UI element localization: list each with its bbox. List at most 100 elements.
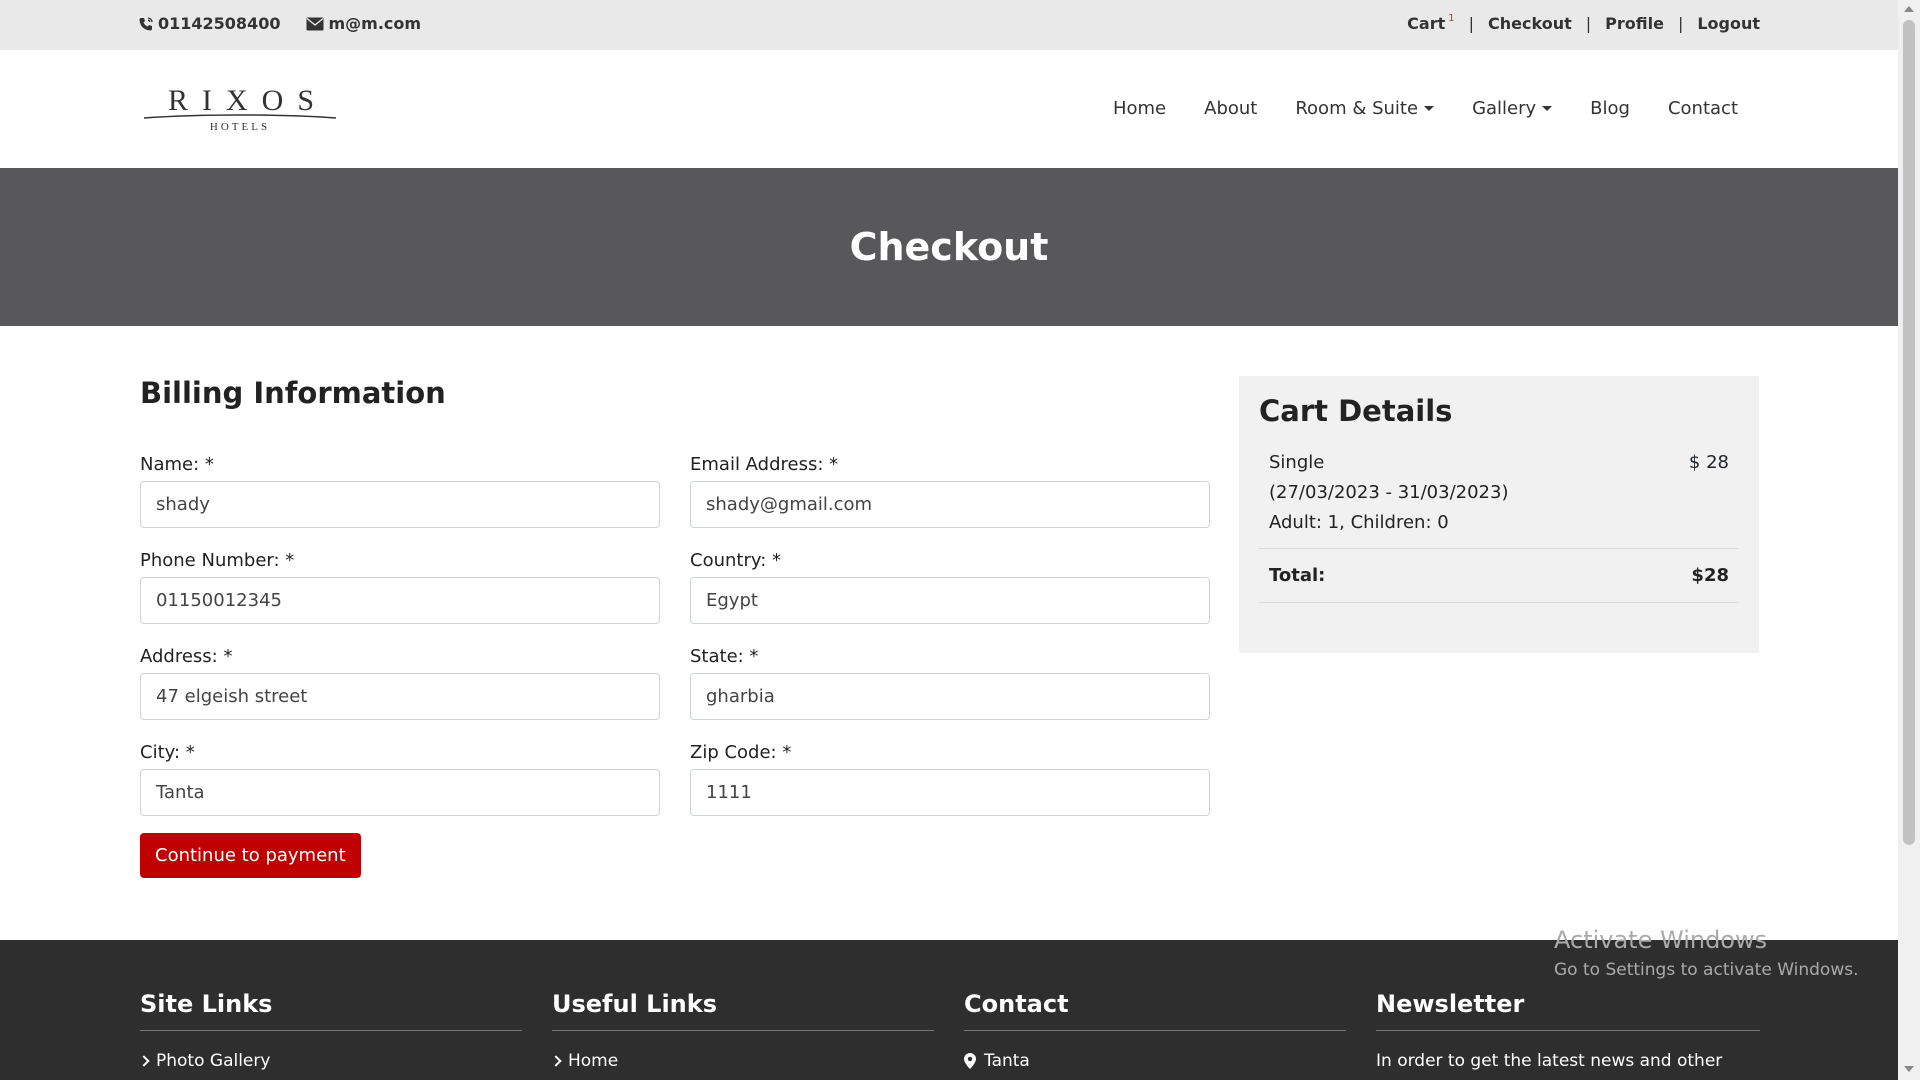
- continue-to-payment-button[interactable]: Continue to payment: [140, 833, 361, 878]
- phone-item: 01142508400: [138, 14, 280, 33]
- logout-link[interactable]: Logout: [1697, 14, 1760, 33]
- caret-down-icon: [1424, 106, 1435, 111]
- nav-menu: Home About Room & Suite Gallery Blog Con…: [1113, 98, 1738, 119]
- city-label: City: *: [140, 742, 195, 763]
- address-field-group: Address: * 47 elgeish street: [140, 646, 660, 720]
- scroll-up-arrow-icon[interactable]: [1904, 6, 1914, 12]
- phone-field-group: Phone Number: * 01150012345: [140, 550, 660, 624]
- zip-field-group: Zip Code: * 1111: [690, 742, 1210, 816]
- phone-label: Phone Number: *: [140, 550, 295, 571]
- watermark-line-2: Go to Settings to activate Windows.: [1554, 960, 1859, 980]
- phone-value: 01150012345: [156, 590, 282, 611]
- separator: |: [1677, 14, 1684, 33]
- checkout-link[interactable]: Checkout: [1488, 14, 1572, 33]
- cart-item-guests: Adult: 1, Children: 0: [1269, 512, 1449, 533]
- nav-blog[interactable]: Blog: [1590, 98, 1630, 119]
- email-item: m@m.com: [306, 14, 421, 33]
- cart-title: Cart Details: [1259, 394, 1453, 428]
- watermark-line-1: Activate Windows: [1554, 926, 1768, 954]
- country-value: Egypt: [706, 590, 758, 611]
- scrollbar-thumb[interactable]: [1903, 20, 1915, 845]
- top-bar: 01142508400 m@m.com Cart 1 | Checkout | P…: [0, 0, 1898, 51]
- footer-useful-links-title: Useful Links: [552, 990, 934, 1031]
- nav-about[interactable]: About: [1204, 98, 1257, 119]
- separator: |: [1468, 14, 1475, 33]
- cart-total-value: $28: [1691, 565, 1729, 586]
- email-value: shady@gmail.com: [706, 494, 873, 515]
- country-field-group: Country: * Egypt: [690, 550, 1210, 624]
- zip-input[interactable]: 1111: [690, 769, 1210, 816]
- page-hero: Checkout: [0, 168, 1898, 326]
- name-input[interactable]: shady: [140, 481, 660, 528]
- name-label: Name: *: [140, 454, 214, 475]
- cart-item-room: Single: [1269, 452, 1325, 473]
- logo-subtitle: HOTELS: [210, 121, 270, 133]
- chevron-right-icon: [550, 1055, 562, 1067]
- footer-site-links-title: Site Links: [140, 990, 522, 1031]
- billing-title: Billing Information: [140, 376, 446, 410]
- footer-link-home[interactable]: Home: [550, 1051, 934, 1071]
- zip-label: Zip Code: *: [690, 742, 792, 763]
- cart-details-panel: Cart Details Single (27/03/2023 - 31/03/…: [1239, 376, 1759, 653]
- cart-item: Single (27/03/2023 - 31/03/2023) Adult: …: [1259, 448, 1739, 549]
- footer-link-label: Photo Gallery: [156, 1051, 271, 1071]
- footer-link-photo-gallery[interactable]: Photo Gallery: [138, 1051, 522, 1071]
- page-title: Checkout: [849, 225, 1049, 269]
- page-scrollbar[interactable]: [1898, 0, 1920, 1080]
- nav-rooms-label: Room & Suite: [1295, 98, 1419, 119]
- caret-down-icon: [1542, 106, 1553, 111]
- footer-contact-value: Tanta: [984, 1051, 1030, 1071]
- state-field-group: State: * gharbia: [690, 646, 1210, 720]
- email-label: Email Address: *: [690, 454, 839, 475]
- footer-link-label: Home: [568, 1051, 619, 1071]
- nav-rooms[interactable]: Room & Suite: [1295, 98, 1435, 119]
- chevron-right-icon: [138, 1055, 150, 1067]
- footer-contact-title: Contact: [964, 990, 1346, 1031]
- nav-contact[interactable]: Contact: [1668, 98, 1738, 119]
- rixos-logo[interactable]: RIXOS HOTELS: [140, 80, 340, 136]
- nav-gallery-label: Gallery: [1472, 98, 1537, 119]
- footer-contact-city: Tanta: [964, 1051, 1346, 1071]
- contact-info: 01142508400 m@m.com: [138, 14, 421, 33]
- separator: |: [1585, 14, 1592, 33]
- account-links: Cart 1 | Checkout | Profile | Logout: [1407, 13, 1760, 33]
- footer-newsletter-text: In order to get the latest news and othe…: [1376, 1051, 1723, 1071]
- state-label: State: *: [690, 646, 759, 667]
- cart-total-row: Total: $28: [1259, 549, 1739, 603]
- footer-useful-links: Useful Links Home: [550, 990, 934, 1071]
- cart-count-badge: 1: [1448, 13, 1455, 24]
- zip-value: 1111: [706, 782, 752, 803]
- country-label: Country: *: [690, 550, 781, 571]
- email-input[interactable]: shady@gmail.com: [690, 481, 1210, 528]
- phone-input[interactable]: 01150012345: [140, 577, 660, 624]
- phone-number: 01142508400: [158, 14, 281, 33]
- city-field-group: City: * Tanta: [140, 742, 660, 816]
- name-field-group: Name: * shady: [140, 454, 660, 528]
- city-input[interactable]: Tanta: [140, 769, 660, 816]
- footer-newsletter-title: Newsletter: [1376, 990, 1760, 1031]
- phone-icon: [139, 16, 153, 30]
- footer-newsletter: Newsletter In order to get the latest ne…: [1376, 990, 1760, 1071]
- logo-text: RIXOS: [168, 84, 328, 117]
- address-input[interactable]: 47 elgeish street: [140, 673, 660, 720]
- page: 01142508400 m@m.com Cart 1 | Checkout | P…: [0, 0, 1898, 1080]
- cart-total-label: Total:: [1269, 565, 1326, 586]
- profile-link[interactable]: Profile: [1605, 14, 1664, 33]
- logo-mark: RIXOS HOTELS: [143, 84, 337, 133]
- name-value: shady: [156, 494, 210, 515]
- address-label: Address: *: [140, 646, 233, 667]
- city-value: Tanta: [156, 782, 205, 803]
- cart-item-dates: (27/03/2023 - 31/03/2023): [1269, 482, 1509, 503]
- scroll-down-arrow-icon[interactable]: [1904, 1066, 1914, 1072]
- nav-home[interactable]: Home: [1113, 98, 1166, 119]
- cart-link[interactable]: Cart 1: [1407, 13, 1455, 33]
- state-value: gharbia: [706, 686, 775, 707]
- state-input[interactable]: gharbia: [690, 673, 1210, 720]
- email-field-group: Email Address: * shady@gmail.com: [690, 454, 1210, 528]
- country-input[interactable]: Egypt: [690, 577, 1210, 624]
- envelope-icon: [306, 17, 324, 30]
- address-value: 47 elgeish street: [156, 686, 308, 707]
- nav-gallery[interactable]: Gallery: [1472, 98, 1553, 119]
- map-pin-icon: [964, 1053, 976, 1069]
- footer-contact: Contact Tanta: [964, 990, 1346, 1071]
